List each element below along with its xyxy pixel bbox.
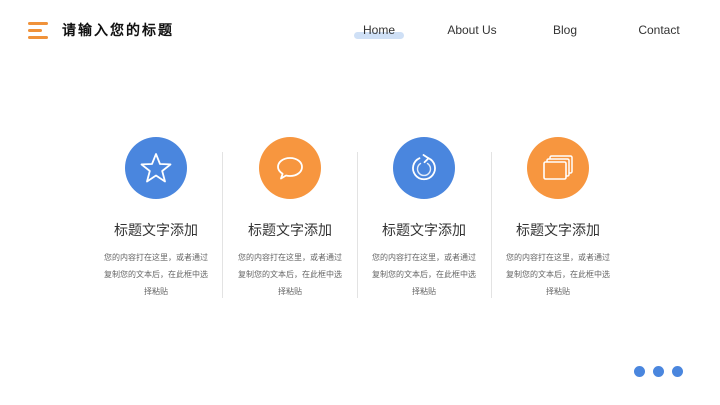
nav-contact-label: Contact: [638, 23, 680, 37]
nav-contact[interactable]: Contact: [630, 20, 688, 40]
stacked-cards-icon: [543, 155, 573, 180]
refresh-icon: [412, 154, 436, 181]
feature-icon-circle: [393, 137, 455, 199]
feature-card: 标题文字添加 您的内容打在这里，或者通过复制您的文本后，在此框中选择粘贴: [223, 137, 357, 300]
top-nav: Home About Us Blog Contact: [0, 20, 720, 44]
feature-icon-circle: [125, 137, 187, 199]
feature-title: 标题文字添加: [382, 223, 466, 239]
nav-about-us-label: About Us: [447, 23, 497, 37]
feature-title: 标题文字添加: [248, 223, 332, 239]
feature-description: 您的内容打在这里，或者通过复制您的文本后，在此框中选择粘贴: [238, 253, 342, 296]
feature-card: 标题文字添加 您的内容打在这里，或者通过复制您的文本后，在此框中选择粘贴: [357, 137, 491, 300]
column-divider: [491, 152, 492, 298]
pager-dot[interactable]: [672, 366, 683, 377]
feature-description: 您的内容打在这里，或者通过复制您的文本后，在此框中选择粘贴: [372, 253, 476, 296]
feature-icon-circle: [259, 137, 321, 199]
feature-description: 您的内容打在这里，或者通过复制您的文本后，在此框中选择粘贴: [506, 253, 610, 296]
nav-blog[interactable]: Blog: [540, 20, 590, 40]
pager-dot[interactable]: [634, 366, 645, 377]
nav-home-label: Home: [362, 23, 395, 37]
feature-title: 标题文字添加: [516, 223, 600, 239]
feature-card: 标题文字添加 您的内容打在这里，或者通过复制您的文本后，在此框中选择粘贴: [491, 137, 625, 300]
slide: 请输入您的标题 Home About Us Blog Contact 标题文字添…: [0, 0, 720, 405]
nav-blog-label: Blog: [552, 23, 578, 37]
feature-title: 标题文字添加: [114, 223, 198, 239]
pager-dot[interactable]: [653, 366, 664, 377]
column-divider: [357, 152, 358, 298]
feature-description: 您的内容打在这里，或者通过复制您的文本后，在此框中选择粘贴: [104, 253, 208, 296]
nav-about-us[interactable]: About Us: [440, 20, 504, 40]
feature-card: 标题文字添加 您的内容打在这里，或者通过复制您的文本后，在此框中选择粘贴: [89, 137, 223, 300]
column-divider: [222, 152, 223, 298]
star-icon: [140, 153, 172, 183]
feature-icon-circle: [527, 137, 589, 199]
nav-home[interactable]: Home: [349, 20, 409, 40]
chat-bubble-icon: [277, 157, 303, 180]
